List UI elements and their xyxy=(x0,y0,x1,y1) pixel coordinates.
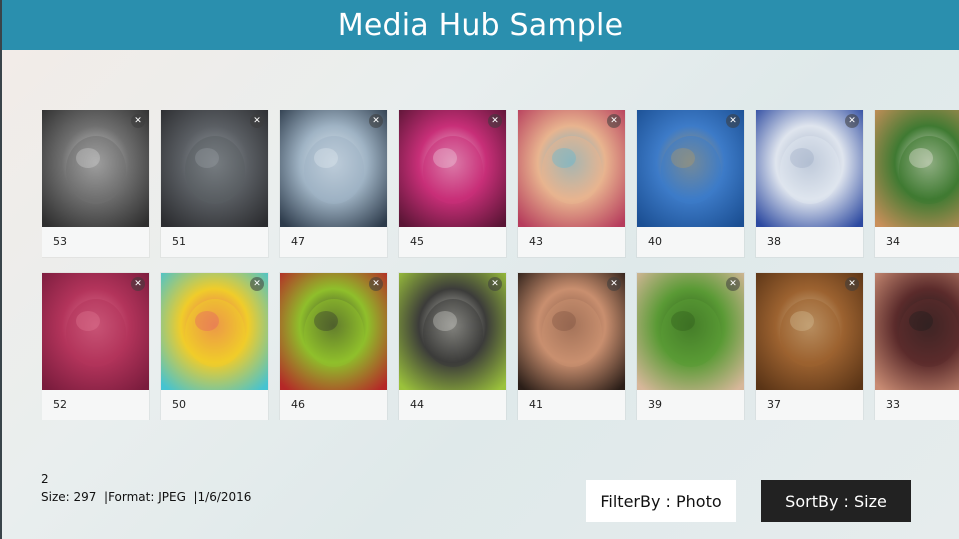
media-card-label: 52 xyxy=(53,398,67,411)
media-card[interactable]: ✕ 52 xyxy=(42,273,149,420)
file-drawers-photo: ✕ xyxy=(756,273,863,390)
link-icon: ✕ xyxy=(726,114,740,128)
item-details: Size: 297 |Format: JPEG |1/6/2016 xyxy=(41,490,252,504)
stock-market-paper-photo: ✕ xyxy=(756,110,863,227)
item-count: 2 xyxy=(41,472,49,486)
media-card-label: 41 xyxy=(529,398,543,411)
title-bar: Media Hub Sample xyxy=(2,0,959,50)
media-card-label: 40 xyxy=(648,235,662,248)
media-card[interactable]: ✕ 34 xyxy=(875,110,959,257)
pink-water-drops-photo: ✕ xyxy=(42,273,149,390)
link-icon: ✕ xyxy=(607,277,621,291)
face-painted-girl-photo: ✕ xyxy=(518,110,625,227)
link-icon: ✕ xyxy=(369,277,383,291)
media-card-label: 43 xyxy=(529,235,543,248)
window-edge xyxy=(0,0,2,539)
media-card[interactable]: ✕ 33 xyxy=(875,273,959,420)
sort-by-button[interactable]: SortBy : Size xyxy=(761,480,911,522)
media-card-label: 44 xyxy=(410,398,424,411)
media-card-label: 37 xyxy=(767,398,781,411)
media-card[interactable]: ✕ 37 xyxy=(756,273,863,420)
media-card[interactable]: ✕ 46 xyxy=(280,273,387,420)
link-icon: ✕ xyxy=(250,114,264,128)
link-icon: ✕ xyxy=(488,114,502,128)
media-card-label: 45 xyxy=(410,235,424,248)
media-card[interactable]: ✕ 40 xyxy=(637,110,744,257)
selected-item-info: 2 Size: 297 |Format: JPEG |1/6/2016 xyxy=(41,472,251,504)
media-card-label: 33 xyxy=(886,398,900,411)
media-card-label: 53 xyxy=(53,235,67,248)
media-card[interactable]: ✕ 44 xyxy=(399,273,506,420)
glass-elevator-photo: ✕ xyxy=(280,110,387,227)
beagle-dog-photo: ✕ xyxy=(875,110,959,227)
link-icon: ✕ xyxy=(131,114,145,128)
smiling-woman-photo: ✕ xyxy=(518,273,625,390)
media-card[interactable]: ✕ 47 xyxy=(280,110,387,257)
media-card[interactable]: ✕ 38 xyxy=(756,110,863,257)
otter-on-rock-photo: ✕ xyxy=(161,110,268,227)
pink-orchid-photo: ✕ xyxy=(399,110,506,227)
media-card-label: 38 xyxy=(767,235,781,248)
page-title: Media Hub Sample xyxy=(337,7,624,43)
media-card-label: 51 xyxy=(172,235,186,248)
green-door-photo: ✕ xyxy=(280,273,387,390)
link-icon: ✕ xyxy=(726,277,740,291)
link-icon: ✕ xyxy=(845,114,859,128)
media-card[interactable]: ✕ 50 xyxy=(161,273,268,420)
link-icon: ✕ xyxy=(131,277,145,291)
media-card-label: 50 xyxy=(172,398,186,411)
media-card[interactable]: ✕ 45 xyxy=(399,110,506,257)
statue-of-liberty-photo: ✕ xyxy=(637,110,744,227)
link-icon: ✕ xyxy=(845,277,859,291)
media-card[interactable]: ✕ 53 xyxy=(42,110,149,257)
filter-by-button[interactable]: FilterBy : Photo xyxy=(586,480,736,522)
link-icon: ✕ xyxy=(488,277,502,291)
media-card[interactable]: ✕ 51 xyxy=(161,110,268,257)
media-card-label: 39 xyxy=(648,398,662,411)
rubber-ducks-photo: ✕ xyxy=(161,273,268,390)
media-card[interactable]: ✕ 43 xyxy=(518,110,625,257)
children-in-grass-photo: ✕ xyxy=(637,273,744,390)
guitar-players-photo: ✕ xyxy=(875,273,959,390)
print-key-photo: ✕ xyxy=(399,273,506,390)
link-icon: ✕ xyxy=(607,114,621,128)
media-card-label: 34 xyxy=(886,235,900,248)
grey-cat-photo: ✕ xyxy=(42,110,149,227)
link-icon: ✕ xyxy=(250,277,264,291)
media-grid: ✕53✕51✕47✕45✕43✕40✕38✕34✕52✕50✕46✕44✕41✕… xyxy=(42,110,959,420)
media-card-label: 47 xyxy=(291,235,305,248)
media-card-label: 46 xyxy=(291,398,305,411)
media-card[interactable]: ✕ 41 xyxy=(518,273,625,420)
link-icon: ✕ xyxy=(369,114,383,128)
media-card[interactable]: ✕ 39 xyxy=(637,273,744,420)
